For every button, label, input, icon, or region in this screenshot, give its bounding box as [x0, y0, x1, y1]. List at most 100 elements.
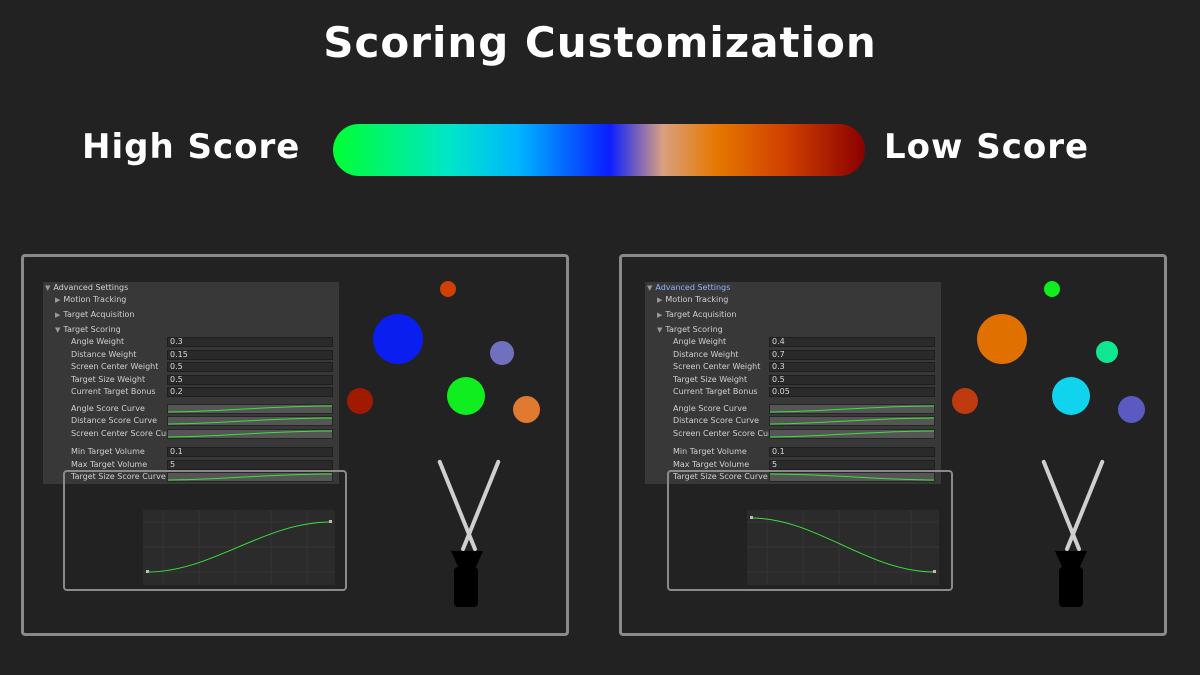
- foldout-expanded-icon: ▼: [45, 284, 51, 292]
- target-size-curve-graph[interactable]: [143, 510, 335, 585]
- camera-view-line: [460, 459, 501, 552]
- current-target-bonus-field[interactable]: 0.05: [769, 387, 935, 397]
- target-size-weight-label: Target Size Weight: [673, 375, 748, 384]
- target-circle: [1096, 341, 1118, 363]
- distance-weight-row: Distance Weight 0.15: [43, 349, 339, 361]
- target-circle: [1052, 377, 1090, 415]
- screen-center-score-curve-field[interactable]: [167, 429, 333, 439]
- distance-weight-field[interactable]: 0.15: [167, 350, 333, 360]
- target-size-weight-field[interactable]: 0.5: [167, 375, 333, 385]
- screen-center-score-curve-field[interactable]: [769, 429, 935, 439]
- distance-score-curve-row: Distance Score Curve: [43, 415, 339, 427]
- angle-weight-row: Angle Weight 0.3: [43, 336, 339, 348]
- foldout-collapsed-icon: ▶: [657, 296, 663, 304]
- foldout-collapsed-icon: ▶: [55, 311, 61, 319]
- target-circle: [952, 388, 978, 414]
- foldout-expanded-icon: ▼: [657, 326, 663, 334]
- angle-weight-label: Angle Weight: [71, 337, 125, 346]
- camera-view-line: [437, 459, 478, 552]
- distance-score-curve-row: Distance Score Curve: [645, 415, 941, 427]
- target-circle: [373, 314, 423, 364]
- angle-score-curve-field[interactable]: [167, 404, 333, 414]
- current-target-bonus-label: Current Target Bonus: [673, 387, 758, 396]
- screen-center-score-curve-row: Screen Center Score Curve: [645, 428, 941, 440]
- target-size-weight-row: Target Size Weight 0.5: [645, 374, 941, 386]
- foldout-expanded-icon: ▼: [647, 284, 653, 292]
- min-target-volume-field[interactable]: 0.1: [769, 447, 935, 457]
- max-target-volume-field[interactable]: 5: [769, 460, 935, 470]
- target-circle: [1044, 281, 1060, 297]
- distance-weight-row: Distance Weight 0.7: [645, 349, 941, 361]
- foldout-collapsed-icon: ▶: [55, 296, 61, 304]
- camera-body: [454, 567, 478, 607]
- distance-weight-field[interactable]: 0.7: [769, 350, 935, 360]
- target-size-weight-field[interactable]: 0.5: [769, 375, 935, 385]
- target-circle: [1118, 396, 1145, 423]
- target-acquisition-foldout[interactable]: ▶ Target Acquisition: [657, 309, 737, 321]
- min-target-volume-label: Min Target Volume: [673, 447, 747, 456]
- angle-score-curve-field[interactable]: [769, 404, 935, 414]
- target-scoring-foldout[interactable]: ▼ Target Scoring: [657, 324, 723, 336]
- screen-center-score-curve-label: Screen Center Score Curve: [71, 429, 180, 438]
- target-scoring-foldout[interactable]: ▼ Target Scoring: [55, 324, 121, 336]
- screen-center-weight-row: Screen Center Weight 0.3: [645, 361, 941, 373]
- angle-score-curve-row: Angle Score Curve: [43, 403, 339, 415]
- target-circle: [440, 281, 456, 297]
- angle-weight-field[interactable]: 0.3: [167, 337, 333, 347]
- target-circle: [513, 396, 540, 423]
- max-target-volume-field[interactable]: 5: [167, 460, 333, 470]
- inspector-panel: ▼ Advanced Settings ▶ Motion Tracking ▶ Tar…: [43, 282, 339, 484]
- target-size-weight-row: Target Size Weight 0.5: [43, 374, 339, 386]
- left-example-panel: ▼ Advanced Settings ▶ Motion Tracking ▶ Tar…: [21, 254, 569, 636]
- target-acquisition-foldout[interactable]: ▶ Target Acquisition: [55, 309, 135, 321]
- camera-view-line: [1064, 459, 1105, 552]
- target-size-curve-graph[interactable]: [747, 510, 939, 585]
- page-title: Scoring Customization: [323, 18, 877, 67]
- current-target-bonus-row: Current Target Bonus 0.05: [645, 386, 941, 398]
- distance-score-curve-label: Distance Score Curve: [71, 416, 158, 425]
- distance-score-curve-field[interactable]: [769, 416, 935, 426]
- motion-tracking-foldout[interactable]: ▶ Motion Tracking: [657, 294, 728, 306]
- right-example-panel: ▼ Advanced Settings ▶ Motion Tracking ▶ Tar…: [619, 254, 1167, 636]
- distance-score-curve-label: Distance Score Curve: [673, 416, 760, 425]
- screen-center-weight-field[interactable]: 0.3: [769, 362, 935, 372]
- screen-center-score-curve-row: Screen Center Score Curve: [43, 428, 339, 440]
- angle-score-curve-label: Angle Score Curve: [71, 404, 145, 413]
- screen-center-score-curve-label: Screen Center Score Curve: [673, 429, 782, 438]
- min-target-volume-label: Min Target Volume: [71, 447, 145, 456]
- low-score-label: Low Score: [884, 127, 1090, 167]
- angle-score-curve-label: Angle Score Curve: [673, 404, 747, 413]
- score-gradient-bar: [333, 124, 865, 176]
- min-target-volume-row: Min Target Volume 0.1: [645, 446, 941, 458]
- target-circle: [347, 388, 373, 414]
- screen-center-weight-field[interactable]: 0.5: [167, 362, 333, 372]
- target-circle: [490, 341, 514, 365]
- advanced-settings-foldout[interactable]: ▼ Advanced Settings: [647, 282, 730, 294]
- min-target-volume-row: Min Target Volume 0.1: [43, 446, 339, 458]
- screen-center-weight-row: Screen Center Weight 0.5: [43, 361, 339, 373]
- motion-tracking-foldout[interactable]: ▶ Motion Tracking: [55, 294, 126, 306]
- screen-center-weight-label: Screen Center Weight: [673, 362, 761, 371]
- distance-weight-label: Distance Weight: [673, 350, 739, 359]
- foldout-collapsed-icon: ▶: [657, 311, 663, 319]
- target-circle: [977, 314, 1027, 364]
- camera-view-line: [1041, 459, 1082, 552]
- distance-weight-label: Distance Weight: [71, 350, 137, 359]
- high-score-label: High Score: [82, 127, 301, 167]
- foldout-expanded-icon: ▼: [55, 326, 61, 334]
- min-target-volume-field[interactable]: 0.1: [167, 447, 333, 457]
- current-target-bonus-field[interactable]: 0.2: [167, 387, 333, 397]
- angle-weight-row: Angle Weight 0.4: [645, 336, 941, 348]
- target-circle: [447, 377, 485, 415]
- current-target-bonus-label: Current Target Bonus: [71, 387, 156, 396]
- angle-weight-field[interactable]: 0.4: [769, 337, 935, 347]
- angle-score-curve-row: Angle Score Curve: [645, 403, 941, 415]
- distance-score-curve-field[interactable]: [167, 416, 333, 426]
- angle-weight-label: Angle Weight: [673, 337, 727, 346]
- current-target-bonus-row: Current Target Bonus 0.2: [43, 386, 339, 398]
- camera-body: [1059, 567, 1083, 607]
- screen-center-weight-label: Screen Center Weight: [71, 362, 159, 371]
- target-size-weight-label: Target Size Weight: [71, 375, 146, 384]
- advanced-settings-foldout[interactable]: ▼ Advanced Settings: [45, 282, 128, 294]
- inspector-panel: ▼ Advanced Settings ▶ Motion Tracking ▶ Tar…: [645, 282, 941, 484]
